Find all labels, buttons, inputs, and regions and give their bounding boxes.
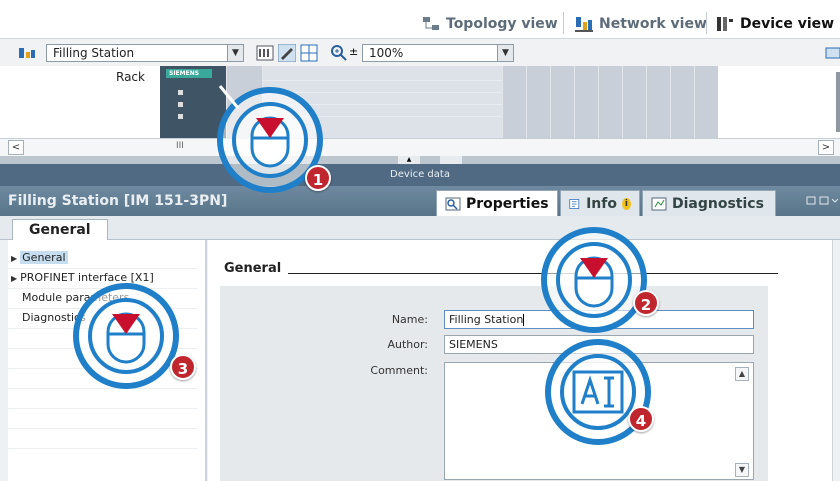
inspector-title: Filling Station [IM 151-3PN] xyxy=(8,193,228,209)
expand-arrow-icon[interactable]: ▶ xyxy=(11,254,17,263)
section-rule xyxy=(288,273,778,274)
zoom-value: 100% xyxy=(369,46,404,60)
tab-diagnostics[interactable]: Diagnostics xyxy=(642,190,776,216)
section-title: General xyxy=(224,261,282,276)
rack-slot[interactable] xyxy=(598,66,622,138)
callout-click-properties-tab xyxy=(541,227,647,333)
rack-slot[interactable] xyxy=(574,66,598,138)
callout-click-general xyxy=(73,283,179,389)
tab-info-label: Info xyxy=(586,195,617,212)
expand-arrow-icon[interactable]: ▶ xyxy=(11,274,17,283)
vertical-scroll-handle[interactable] xyxy=(836,72,840,132)
network-view-label: Network view xyxy=(599,16,707,32)
nav-divider xyxy=(8,408,198,409)
rack-slot[interactable] xyxy=(670,66,694,138)
rack-overview-icon[interactable] xyxy=(256,44,274,62)
zoom-select[interactable]: 100% ▼ xyxy=(362,44,514,62)
scroll-left-icon[interactable]: < xyxy=(8,140,24,155)
diagnostics-icon xyxy=(651,197,667,210)
callout-type-name xyxy=(545,339,651,445)
device-toolbar: Filling Station ▼ ± 100% ▼ xyxy=(0,38,840,66)
overview-icon[interactable] xyxy=(824,44,840,62)
device-view-tab[interactable]: Device view xyxy=(716,10,834,38)
general-properties-pane: General Name: Filling Station Author: SI… xyxy=(208,240,840,481)
collapse-up-icon[interactable]: ▲ xyxy=(398,156,420,164)
horizontal-scrollbar[interactable]: < III > xyxy=(0,138,840,156)
panel-splitter[interactable]: ▲ xyxy=(0,156,840,164)
name-value: Filling Station xyxy=(449,313,524,326)
tab-general[interactable]: General xyxy=(12,219,108,241)
topology-view-tab[interactable]: Topology view xyxy=(422,10,558,38)
topology-view-label: Topology view xyxy=(446,16,558,32)
rack-slot[interactable] xyxy=(526,66,550,138)
info-badge-icon: i xyxy=(621,197,631,210)
callout-number-4: 4 xyxy=(628,406,654,432)
tia-portal-window: Topology view Network view Device view F… xyxy=(0,0,840,481)
scroll-right-icon[interactable]: > xyxy=(818,140,834,155)
rack-label: Rack xyxy=(116,70,145,84)
properties-icon xyxy=(445,197,461,210)
device-select[interactable]: Filling Station ▼ xyxy=(46,44,244,62)
general-form: Name: Filling Station Author: SIEMENS Co… xyxy=(220,286,768,481)
device-data-label: Device data xyxy=(390,169,450,180)
network-icon xyxy=(575,17,593,32)
network-view-tab[interactable]: Network view xyxy=(575,10,707,38)
device-view-label: Device view xyxy=(740,16,835,32)
tab-info[interactable]: Info i xyxy=(560,190,640,216)
scroll-down-icon[interactable]: ▼ xyxy=(735,463,749,477)
rack-slot[interactable] xyxy=(502,66,526,138)
device-select-value: Filling Station xyxy=(53,46,135,60)
tab-properties-label: Properties xyxy=(466,195,549,212)
device-icon xyxy=(717,17,733,31)
status-led xyxy=(178,90,183,95)
grid-icon[interactable] xyxy=(300,44,318,62)
nav-divider xyxy=(8,428,198,429)
panel-window-controls-icon[interactable] xyxy=(806,195,838,207)
chevron-down-icon[interactable]: ▼ xyxy=(497,45,513,61)
network-tool-icon[interactable] xyxy=(18,44,36,62)
status-led xyxy=(178,114,183,119)
rack-slot[interactable] xyxy=(694,66,718,138)
scroll-up-icon[interactable]: ▲ xyxy=(735,367,749,381)
scroll-grip[interactable]: III xyxy=(176,141,184,151)
rack-canvas[interactable]: Rack SIEMENS xyxy=(0,66,840,138)
status-led xyxy=(178,102,183,107)
device-data-bar[interactable]: Device data xyxy=(0,164,840,186)
draw-icon[interactable] xyxy=(278,44,296,62)
callout-number-2: 2 xyxy=(633,290,659,316)
callout-number-3: 3 xyxy=(170,354,196,380)
zoom-icon[interactable] xyxy=(330,44,348,62)
rack-slot[interactable] xyxy=(646,66,670,138)
author-label: Author: xyxy=(387,338,428,351)
pane-scrollbar[interactable] xyxy=(832,240,840,481)
zoom-step-icon[interactable]: ± xyxy=(349,45,358,58)
chevron-down-icon[interactable]: ▼ xyxy=(227,45,243,61)
tab-properties[interactable]: Properties xyxy=(436,190,558,216)
name-label: Name: xyxy=(391,313,428,326)
comment-label: Comment: xyxy=(370,364,428,377)
nav-item-label: General xyxy=(20,251,68,264)
tab-diagnostics-label: Diagnostics xyxy=(672,195,764,212)
text-caret xyxy=(523,314,525,326)
callout-number-1: 1 xyxy=(305,165,331,191)
tab-divider xyxy=(563,12,564,34)
inspector-subtabs: General xyxy=(0,216,840,241)
view-tabs-bar: Topology view Network view Device view xyxy=(0,0,840,38)
tab-divider xyxy=(706,12,707,34)
topology-icon xyxy=(423,17,439,30)
rack-slot[interactable] xyxy=(622,66,646,138)
author-value: SIEMENS xyxy=(449,338,498,351)
nav-divider xyxy=(8,448,198,449)
collapse-down-icon[interactable] xyxy=(440,156,462,164)
siemens-logo: SIEMENS xyxy=(166,69,212,78)
inspector-header: Filling Station [IM 151-3PN] Properties … xyxy=(0,186,840,216)
nav-item-general[interactable]: ▶ General xyxy=(8,248,198,268)
rack-slot[interactable] xyxy=(550,66,574,138)
info-tab-icon xyxy=(569,198,580,209)
